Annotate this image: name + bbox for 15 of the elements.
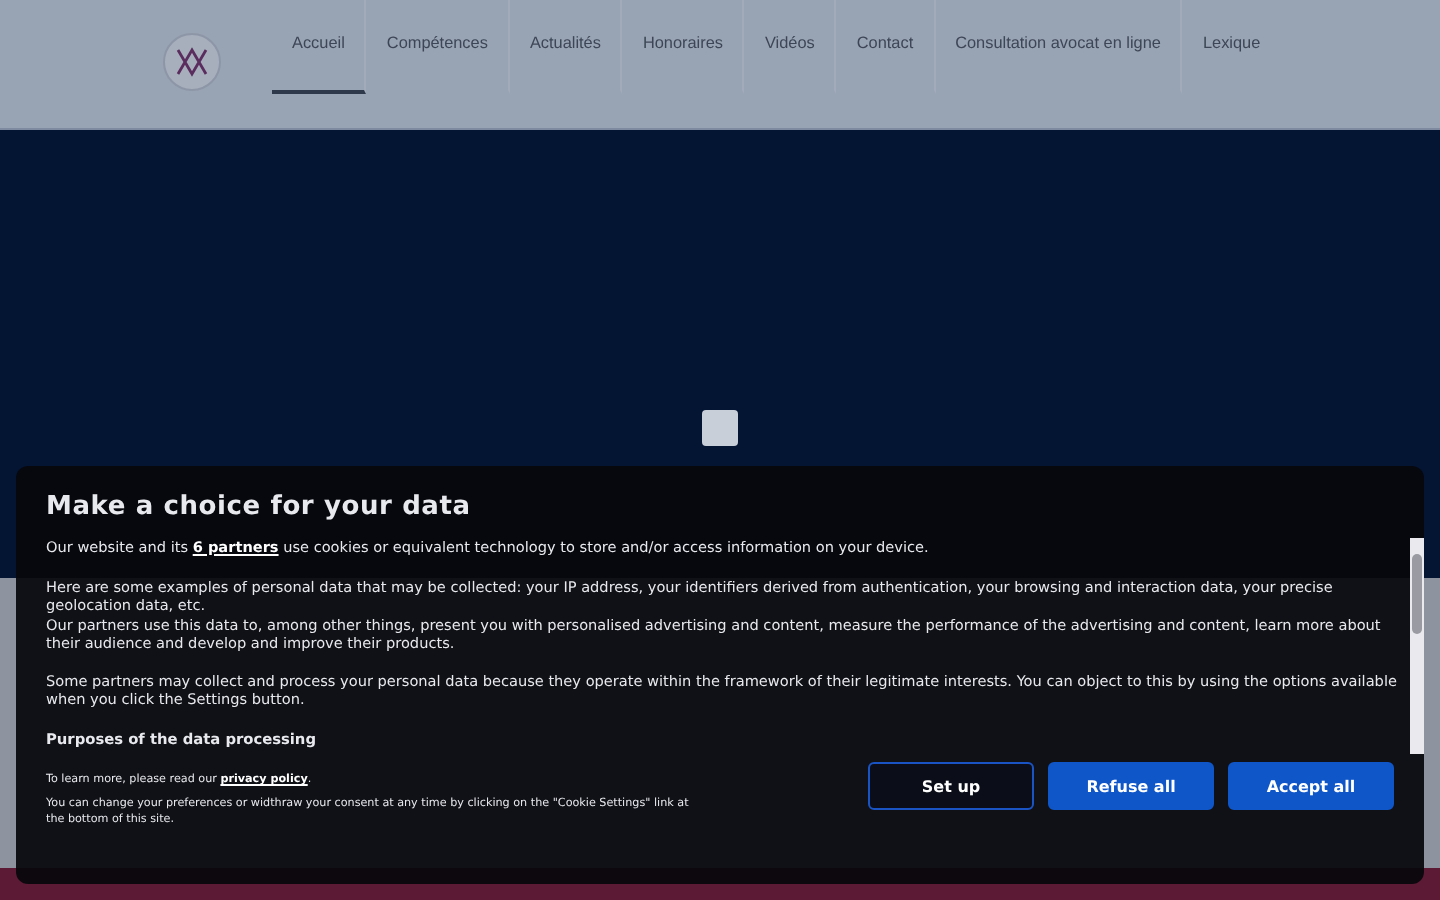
- nav-link[interactable]: Actualités: [509, 0, 623, 94]
- loading-spinner-icon: [702, 410, 738, 446]
- nav-link[interactable]: Lexique: [1182, 0, 1281, 94]
- nav-link[interactable]: Contact: [836, 0, 936, 94]
- scrollbar[interactable]: [1410, 538, 1424, 754]
- consent-button[interactable]: Refuse all: [1048, 762, 1214, 810]
- logo-icon[interactable]: [162, 32, 222, 92]
- nav-link[interactable]: Compétences: [366, 0, 510, 94]
- consent-button[interactable]: Set up: [868, 762, 1034, 810]
- consent-button[interactable]: Accept all: [1228, 762, 1394, 810]
- nav-link[interactable]: Vidéos: [744, 0, 837, 94]
- nav-link[interactable]: Accueil: [272, 0, 367, 94]
- nav-link[interactable]: Consultation avocat en ligne: [935, 0, 1183, 94]
- dialog-title: Make a choice for your data: [46, 492, 473, 522]
- nav-link[interactable]: Honoraires: [622, 0, 745, 94]
